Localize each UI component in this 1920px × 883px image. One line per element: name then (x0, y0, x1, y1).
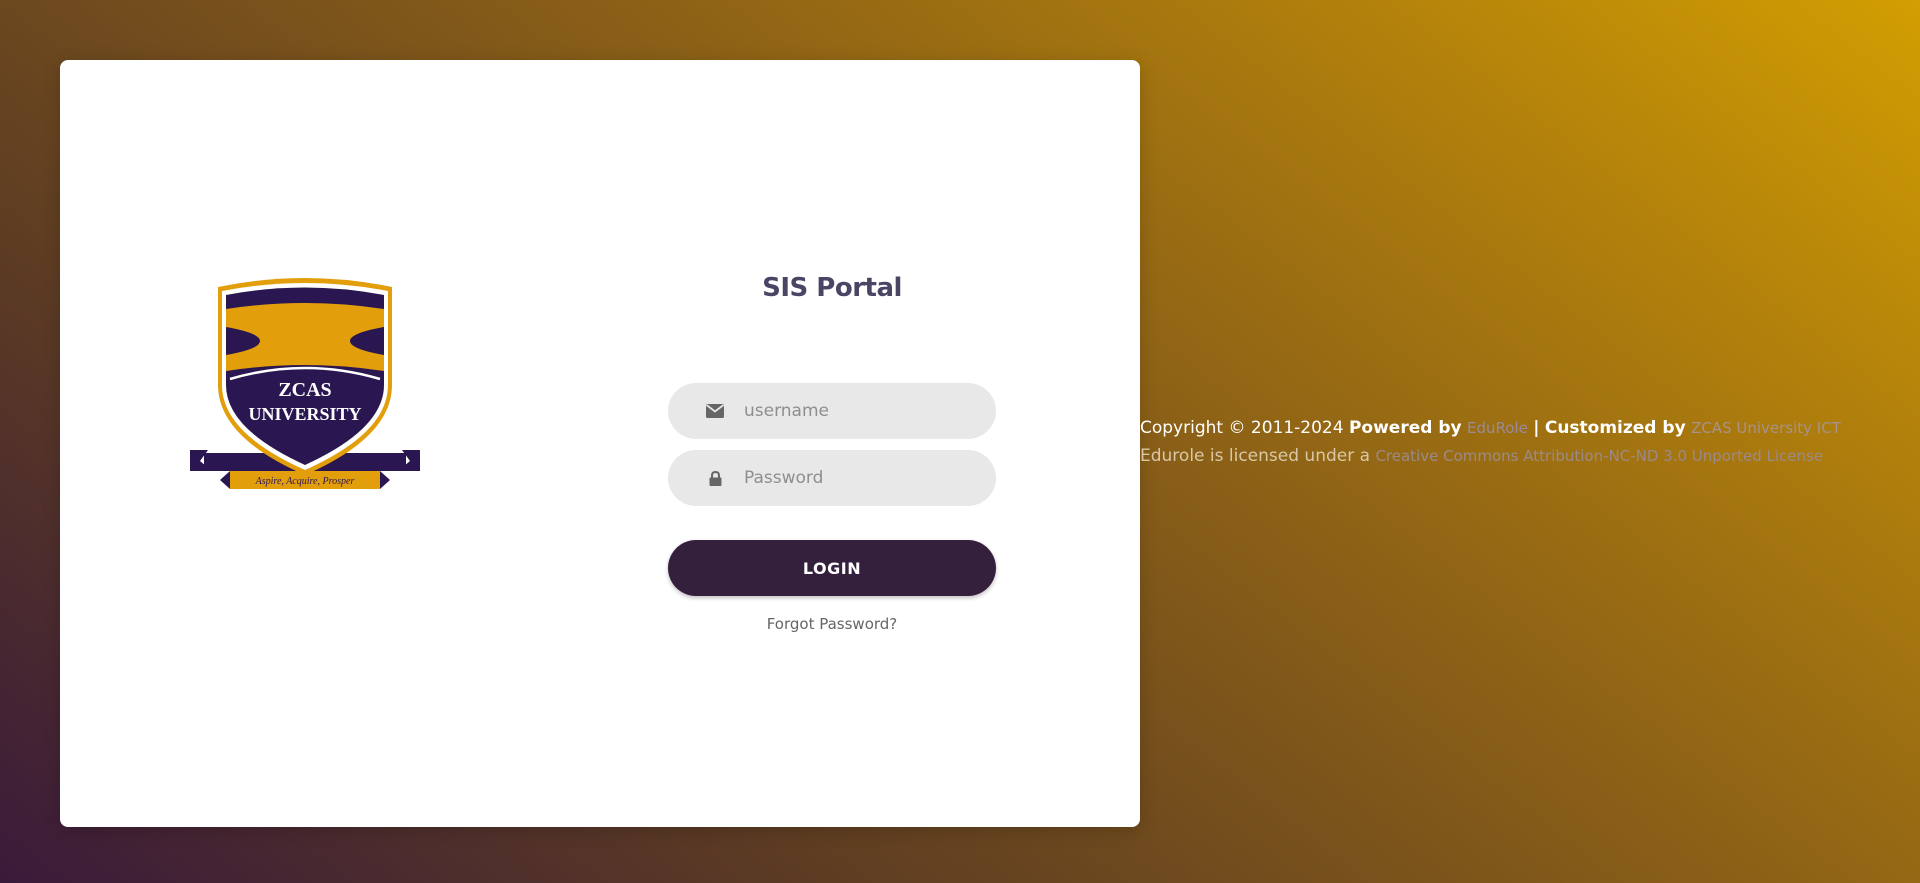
login-button[interactable]: LOGIN (668, 540, 996, 596)
forgot-password-link[interactable]: Forgot Password? (668, 615, 996, 633)
footer-line-copyright: Copyright © 2011-2024 Powered by EduRole… (1140, 414, 1910, 442)
license-link[interactable]: Creative Commons Attribution-NC-ND 3.0 U… (1375, 447, 1823, 465)
envelope-icon (704, 400, 726, 422)
lock-icon (704, 467, 726, 489)
powered-by-label: Powered by (1348, 418, 1462, 438)
edurole-link[interactable]: EduRole (1467, 419, 1528, 437)
password-input[interactable] (742, 467, 966, 489)
username-input[interactable] (742, 400, 966, 422)
zcas-university-logo: ZCAS UNIVERSITY Aspire, Acquire, Prosper (190, 275, 420, 500)
password-field-wrap (668, 450, 996, 506)
logo-bottom-text: UNIVERSITY (248, 404, 361, 424)
license-prefix: Edurole is licensed under a (1140, 446, 1371, 466)
logo-motto: Aspire, Acquire, Prosper (255, 476, 355, 487)
footer-separator: | (1533, 418, 1540, 438)
copyright-text: Copyright © 2011-2024 (1140, 418, 1344, 438)
footer-line-license: Edurole is licensed under a Creative Com… (1140, 442, 1910, 470)
username-field-wrap (668, 383, 996, 439)
footer: Copyright © 2011-2024 Powered by EduRole… (1140, 414, 1910, 470)
zcas-ict-link[interactable]: ZCAS University ICT (1691, 419, 1841, 437)
portal-title: SIS Portal (762, 273, 902, 303)
logo-top-text: ZCAS (278, 379, 331, 401)
login-card: ZCAS UNIVERSITY Aspire, Acquire, Prosper… (60, 60, 1140, 827)
customized-by-label: Customized by (1544, 418, 1686, 438)
